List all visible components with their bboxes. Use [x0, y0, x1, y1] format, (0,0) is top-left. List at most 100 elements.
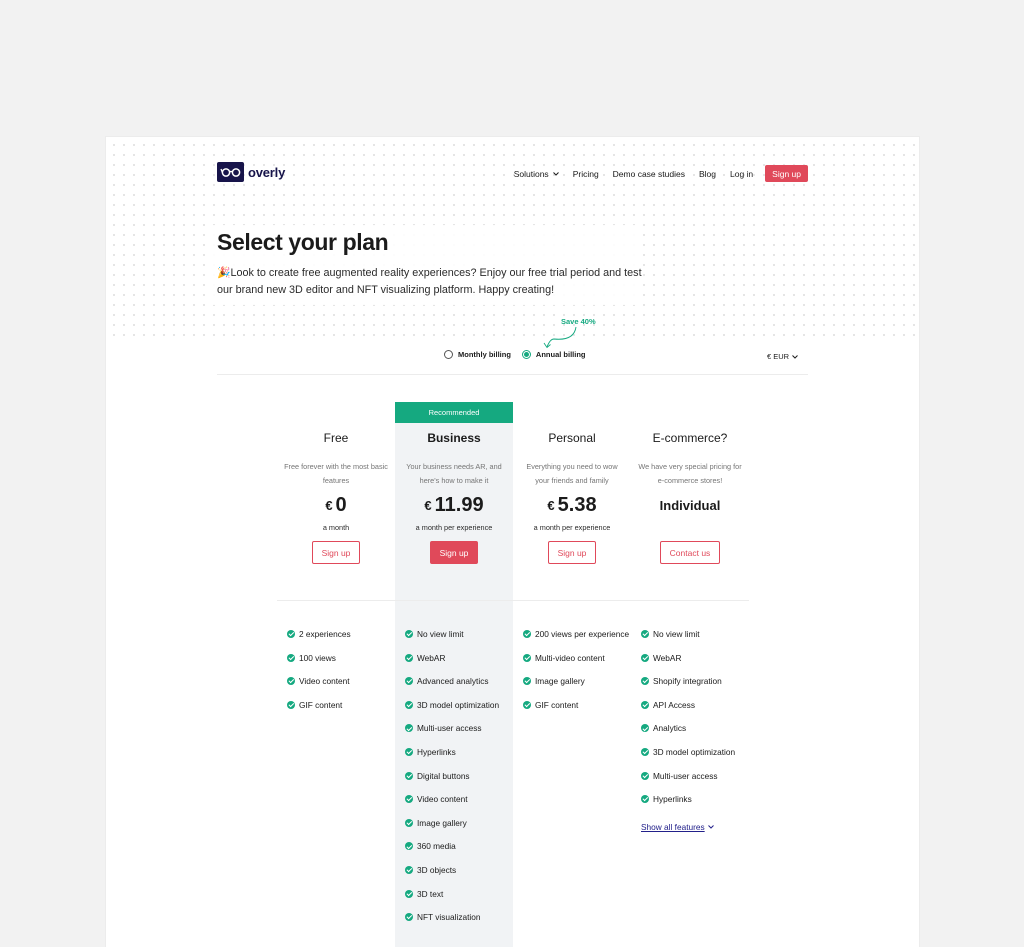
personal-sign-up-button[interactable]: Sign up: [547, 541, 597, 564]
plan-description: Your business needs AR, and here's how t…: [406, 462, 502, 485]
check-circle-icon: [287, 653, 295, 662]
contact-us-button[interactable]: Contact us: [659, 541, 721, 564]
check-circle-icon: [641, 795, 649, 804]
check-circle-icon: [405, 677, 413, 686]
check-circle-icon: [405, 913, 413, 922]
monthly-billing-option[interactable]: Monthly billing: [444, 350, 511, 359]
nav-solutions[interactable]: Solutions: [514, 169, 559, 179]
plan-business: Business Your business needs AR, and her…: [395, 423, 513, 564]
check-circle-icon: [405, 818, 413, 827]
business-sign-up-button[interactable]: Sign up: [429, 541, 479, 564]
plan-price: Individual: [631, 493, 749, 517]
plan-price-text: Individual: [659, 497, 721, 513]
plan-price-value: 0: [335, 493, 347, 516]
nav-blog[interactable]: Blog: [699, 169, 716, 179]
feature-item: 3D model optimization: [405, 699, 513, 712]
currency-value: € EUR: [767, 352, 790, 361]
monthly-billing-label: Monthly billing: [458, 350, 511, 359]
feature-label: Shopify integration: [653, 676, 722, 687]
monthly-radio[interactable]: [444, 350, 453, 359]
check-circle-icon: [405, 653, 413, 662]
plan-currency: €: [547, 497, 555, 513]
plan-description: We have very special pricing for e-comme…: [638, 462, 742, 485]
free-feature-list: 2 experiences 100 views Video content GIF c…: [287, 628, 395, 722]
show-all-features-link[interactable]: Show all features: [641, 822, 714, 832]
feature-item: WebAR: [405, 652, 513, 665]
plan-period: a month: [322, 523, 350, 532]
check-circle-icon: [641, 724, 649, 733]
feature-item: Video content: [405, 793, 513, 806]
feature-label: 100 views: [299, 652, 336, 663]
check-circle-icon: [405, 724, 413, 733]
feature-label: Digital buttons: [417, 770, 470, 781]
feature-item: Multi-user access: [641, 770, 749, 783]
feature-label: Image gallery: [417, 817, 467, 828]
feature-label: NFT visualization: [417, 912, 481, 923]
check-circle-icon: [405, 700, 413, 709]
feature-label: API Access: [653, 699, 695, 710]
check-circle-icon: [523, 677, 531, 686]
feature-label: 3D model optimization: [653, 746, 736, 757]
feature-item: 100 views: [287, 652, 395, 665]
check-circle-icon: [641, 771, 649, 780]
feature-item: 200 views per experience: [523, 628, 631, 641]
check-circle-icon: [287, 630, 295, 638]
nav-sign-up-button[interactable]: Sign up: [765, 165, 808, 182]
feature-item: Analytics: [641, 722, 749, 735]
feature-item: Multi-video content: [523, 652, 631, 665]
plan-description: Everything you need to wow your friends …: [526, 462, 618, 485]
check-circle-icon: [405, 795, 413, 804]
plan-name: Business: [427, 431, 481, 445]
plan-description: Free forever with the most basic feature…: [284, 462, 388, 485]
check-circle-icon: [641, 677, 649, 686]
check-circle-icon: [405, 771, 413, 780]
chevron-down-icon: [552, 171, 559, 176]
annual-radio[interactable]: [521, 350, 531, 359]
feature-label: 3D text: [417, 888, 444, 899]
check-circle-icon: [641, 630, 649, 638]
nav-demo-case-studies[interactable]: Demo case studies: [613, 169, 685, 179]
brand-logo[interactable]: overly: [217, 162, 285, 182]
feature-item: 2 experiences: [287, 628, 395, 641]
feature-item: GIF content: [523, 699, 631, 712]
check-circle-icon: [523, 630, 531, 638]
check-circle-icon: [523, 653, 531, 662]
feature-label: 200 views per experience: [535, 629, 630, 639]
feature-label: GIF content: [535, 699, 579, 710]
annual-billing-option[interactable]: Annual billing: [521, 350, 586, 359]
divider: [217, 374, 808, 375]
check-circle-icon: [287, 677, 295, 686]
feature-item: No view limit: [641, 628, 749, 641]
free-sign-up-button[interactable]: Sign up: [311, 541, 361, 564]
currency-select[interactable]: € EUR: [767, 352, 798, 361]
personal-feature-list: 200 views per experience Multi-video cont…: [523, 628, 631, 722]
glasses-logo-icon: [217, 162, 244, 182]
feature-label: 2 experiences: [299, 629, 351, 639]
plan-name: E-commerce?: [652, 431, 728, 445]
plan-price: € 0: [277, 493, 395, 517]
feature-item: Hyperlinks: [405, 746, 513, 759]
annual-billing-label: Annual billing: [535, 350, 586, 359]
nav-pricing[interactable]: Pricing: [573, 169, 599, 179]
feature-label: No view limit: [417, 629, 464, 639]
plan-price-value: 11.99: [434, 493, 484, 516]
feature-label: 360 media: [417, 841, 456, 852]
plan-name: Personal: [548, 431, 596, 445]
check-circle-icon: [405, 842, 413, 851]
feature-label: Hyperlinks: [653, 794, 692, 805]
check-circle-icon: [641, 700, 649, 709]
plan-period: a month per experience: [533, 523, 611, 532]
plan-free: Free Free forever with the most basic fe…: [277, 423, 395, 564]
plan-name: Free: [323, 431, 349, 445]
feature-item: GIF content: [287, 699, 395, 712]
business-feature-list: No view limit WebAR Advanced analytics 3D m…: [405, 628, 513, 935]
feature-item: 3D text: [405, 888, 513, 901]
feature-label: Video content: [417, 794, 468, 805]
check-circle-icon: [405, 630, 413, 638]
feature-item: Video content: [287, 675, 395, 688]
plan-personal: Personal Everything you need to wow your…: [513, 423, 631, 564]
page-subtitle: 🎉Look to create free augmented reality e…: [217, 267, 642, 296]
top-nav: Solutions Pricing Demo case studies Blog…: [500, 165, 808, 182]
nav-log-in[interactable]: Log in: [730, 169, 753, 179]
feature-item: Digital buttons: [405, 770, 513, 783]
